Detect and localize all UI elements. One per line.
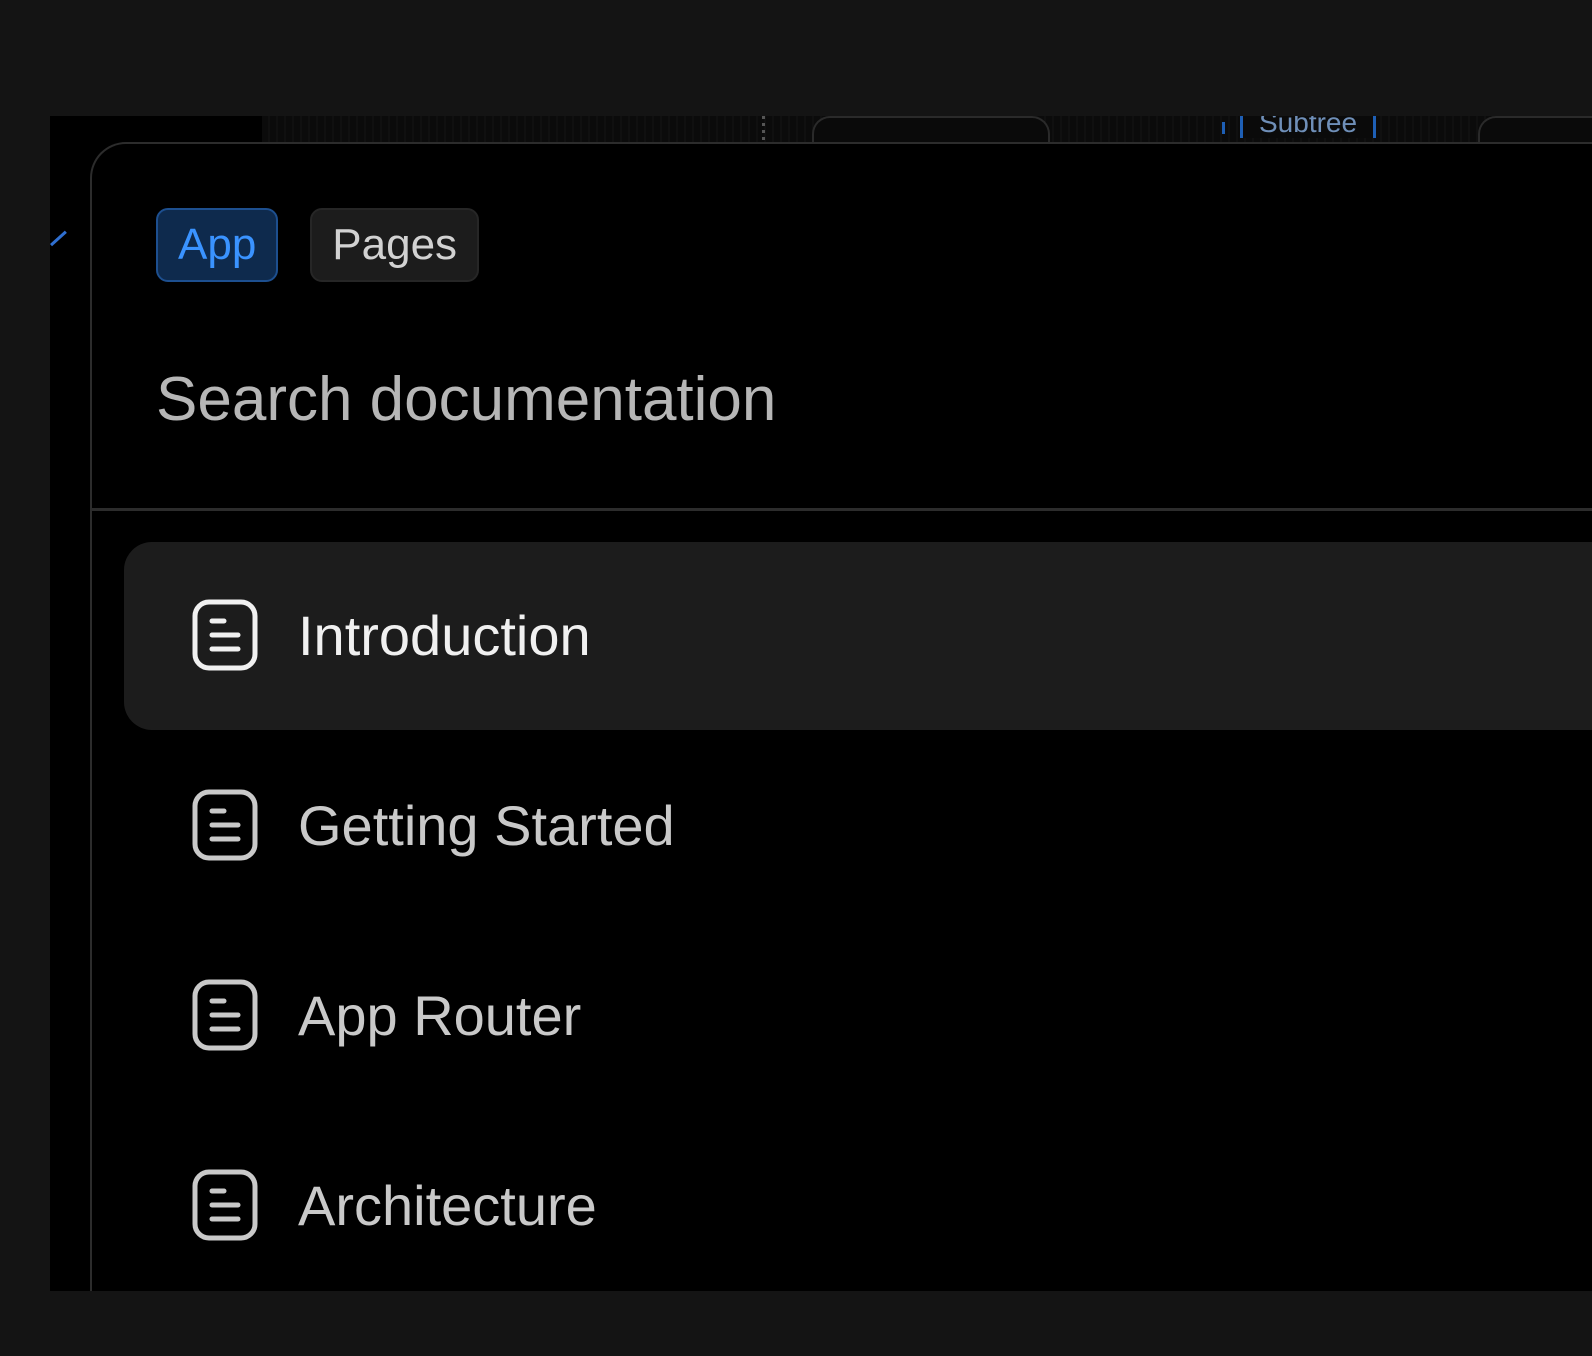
app-frame: Subtree App Pages Introduction [50, 116, 1592, 1291]
result-item-getting-started[interactable]: Getting Started [124, 732, 1592, 920]
result-label: App Router [298, 984, 582, 1047]
background-pill [1478, 116, 1592, 142]
result-item-introduction[interactable]: Introduction [124, 542, 1592, 730]
background-pill [812, 116, 1050, 142]
divider [92, 508, 1592, 511]
document-icon [192, 1169, 258, 1241]
background-divider [762, 116, 765, 140]
background-tick [1222, 122, 1225, 134]
document-icon [192, 599, 258, 671]
scope-tab-app[interactable]: App [156, 208, 279, 282]
search-input[interactable] [156, 354, 1556, 444]
result-item-app-router[interactable]: App Router [124, 922, 1592, 1110]
document-icon [192, 979, 258, 1051]
result-label: Getting Started [298, 794, 675, 857]
document-icon [192, 789, 258, 861]
background-accent-line [50, 230, 83, 265]
scope-tab-pages[interactable]: Pages [310, 208, 480, 282]
search-results-list: Introduction Getting Started App Router … [124, 542, 1592, 1291]
result-item-architecture[interactable]: Architecture [124, 1112, 1592, 1291]
background-subtree-label: Subtree [1240, 116, 1377, 138]
result-label: Architecture [298, 1174, 597, 1237]
search-dialog: App Pages Introduction [90, 142, 1592, 1291]
result-label: Introduction [298, 604, 591, 667]
search-scope-tabs: App Pages [156, 208, 480, 282]
